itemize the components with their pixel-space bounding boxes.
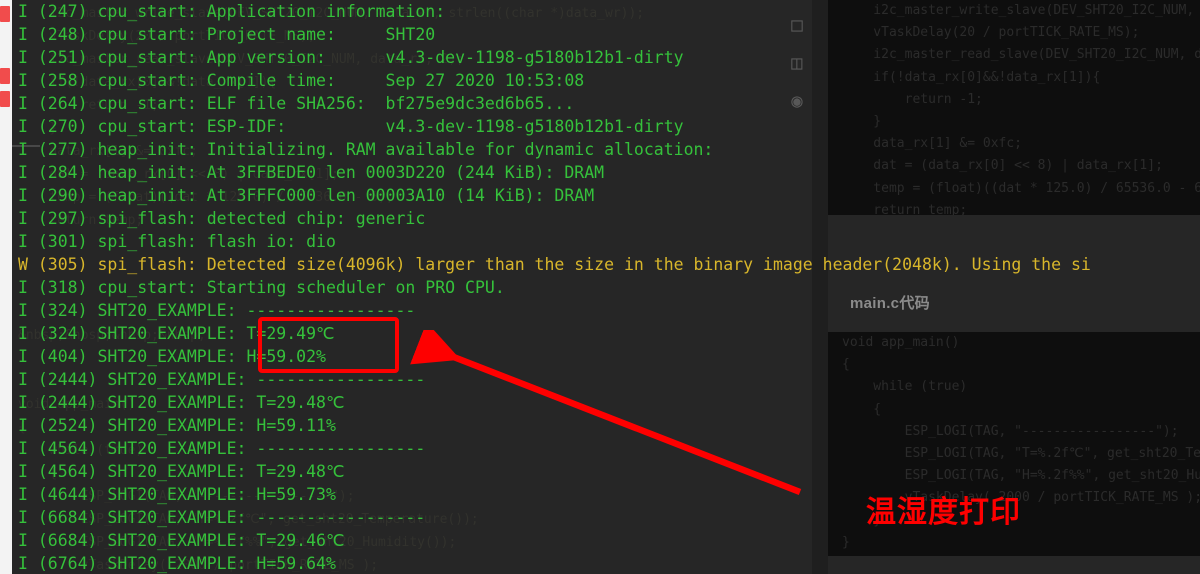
terminal-line: I (6684) SHT20_EXAMPLE: ----------------… <box>18 508 426 527</box>
screenshot-root: i2c_master_write_slave(DEV_SHT20_I2C_NUM… <box>0 0 1200 574</box>
preview-eye-icon[interactable]: ◉ <box>786 90 808 112</box>
terminal-line: I (2524) SHT20_EXAMPLE: H=59.11% <box>18 416 336 435</box>
terminal-line: I (404) SHT20_EXAMPLE: H=59.02% <box>18 347 326 366</box>
annotation-highlight-box <box>258 317 399 373</box>
terminal-line: I (284) heap_init: At 3FFBEDE0 len 0003D… <box>18 163 605 182</box>
annotation-label-temp-humidity: 温湿度打印 <box>866 495 1021 530</box>
breakpoint-marker[interactable] <box>0 68 10 84</box>
panel-maximize-icon[interactable]: □ <box>786 14 808 36</box>
terminal-line: I (6684) SHT20_EXAMPLE: T=29.46℃ <box>18 531 345 550</box>
terminal-line: I (4564) SHT20_EXAMPLE: T=29.48℃ <box>18 462 345 481</box>
terminal-line: I (290) heap_init: At 3FFFC000 len 00003… <box>18 186 595 205</box>
terminal-line: I (318) cpu_start: Starting scheduler on… <box>18 278 505 297</box>
terminal-line: I (247) cpu_start: Application informati… <box>18 2 446 21</box>
terminal-line: I (4644) SHT20_EXAMPLE: H=59.73% <box>18 485 336 504</box>
terminal-line: I (324) SHT20_EXAMPLE: T=29.49℃ <box>18 324 335 343</box>
editor-toolbar: □ ◫ ◉ <box>786 14 812 128</box>
terminal-line: I (4564) SHT20_EXAMPLE: ----------------… <box>18 439 426 458</box>
terminal-line: I (258) cpu_start: Compile time: Sep 27 … <box>18 71 585 90</box>
terminal-line: I (2444) SHT20_EXAMPLE: ----------------… <box>18 370 426 389</box>
editor-gutter[interactable] <box>0 0 12 574</box>
terminal-line: I (277) heap_init: Initializing. RAM ava… <box>18 140 714 159</box>
terminal-line: I (324) SHT20_EXAMPLE: ----------------- <box>18 301 416 320</box>
terminal-line: I (6764) SHT20_EXAMPLE: H=59.64% <box>18 554 336 573</box>
terminal-line: I (248) cpu_start: Project name: SHT20 <box>18 25 436 44</box>
terminal-line: I (297) spi_flash: detected chip: generi… <box>18 209 426 228</box>
terminal-log[interactable]: I (247) cpu_start: Application informati… <box>12 0 1200 574</box>
terminal-line: I (301) spi_flash: flash io: dio <box>18 232 336 251</box>
terminal-line: W (305) spi_flash: Detected size(4096k) … <box>18 255 1091 274</box>
panel-label-mainc: main.c代码 <box>850 295 930 312</box>
breakpoint-marker[interactable] <box>0 6 10 22</box>
terminal-line: I (251) cpu_start: App version: v4.3-dev… <box>18 48 684 67</box>
terminal-line: I (270) cpu_start: ESP-IDF: v4.3-dev-119… <box>18 117 684 136</box>
breakpoint-marker[interactable] <box>0 91 10 107</box>
terminal-line: I (264) cpu_start: ELF file SHA256: bf27… <box>18 94 575 113</box>
split-editor-icon[interactable]: ◫ <box>786 52 808 74</box>
terminal-line: I (2444) SHT20_EXAMPLE: T=29.48℃ <box>18 393 345 412</box>
